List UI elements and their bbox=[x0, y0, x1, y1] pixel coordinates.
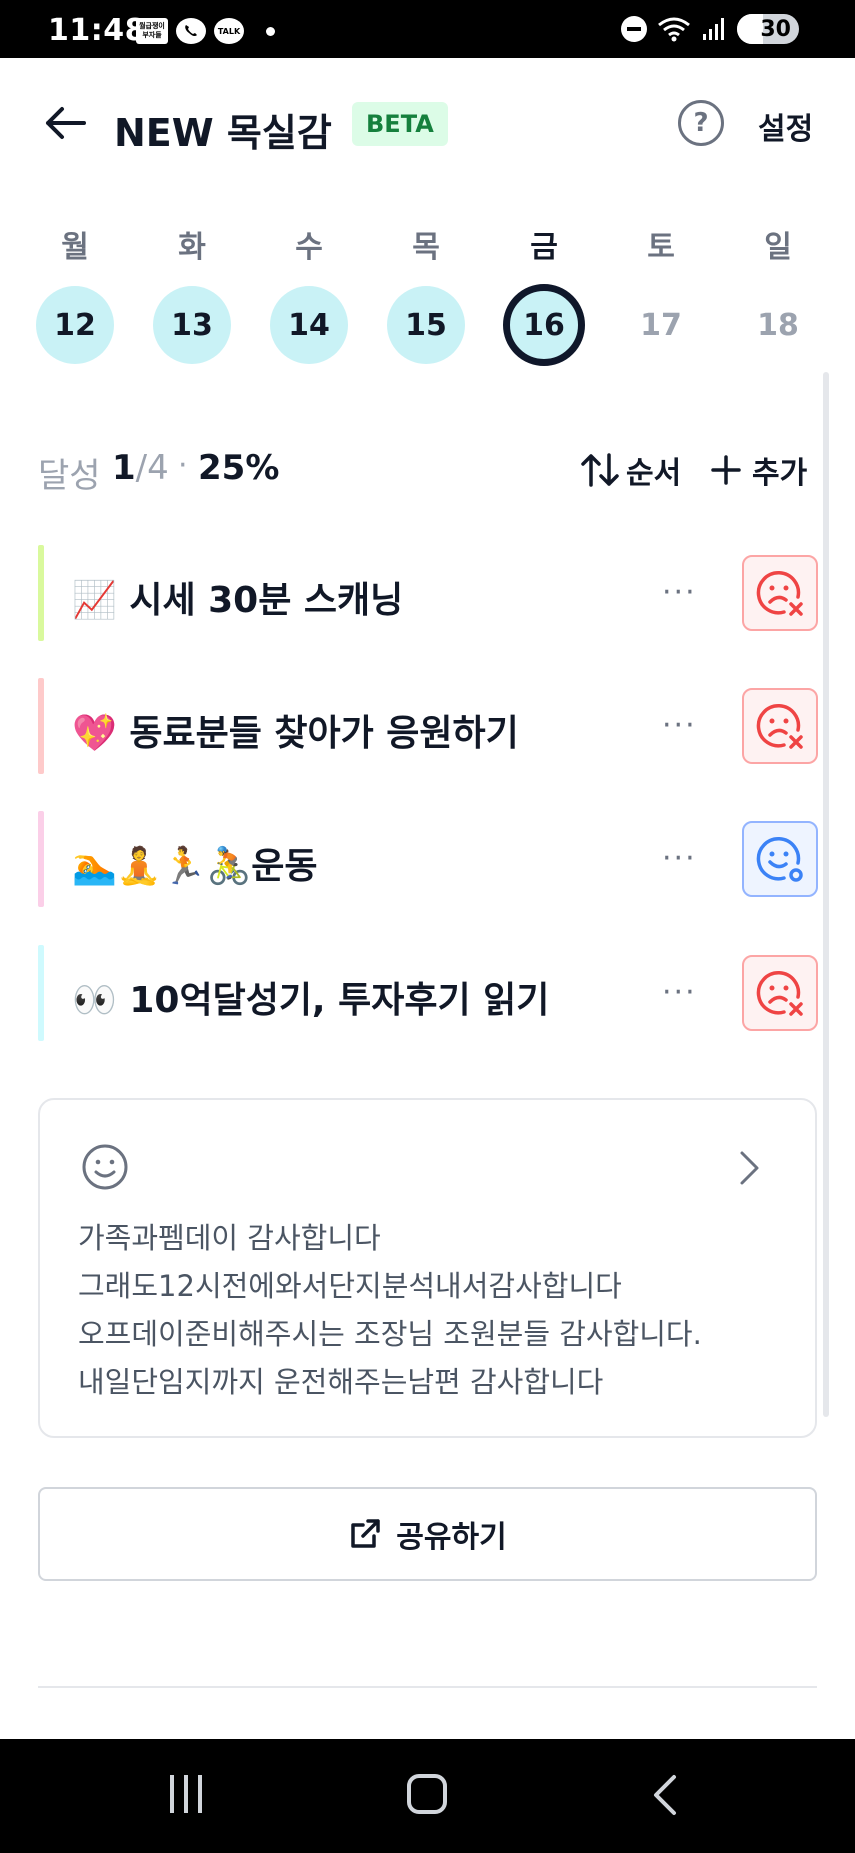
day-tue[interactable]: 화 13 bbox=[147, 222, 237, 364]
more-options-button[interactable]: ··· bbox=[662, 575, 697, 610]
progress-label: 달성 bbox=[38, 456, 101, 496]
day-date-selected[interactable]: 16 bbox=[503, 284, 585, 366]
day-wed[interactable]: 수 14 bbox=[264, 222, 354, 364]
day-mon[interactable]: 월 12 bbox=[30, 222, 120, 364]
page-title: NEW 목실감 bbox=[114, 111, 332, 155]
progress-total: /4 bbox=[135, 448, 169, 488]
progress-count: 1/4 bbox=[112, 448, 169, 488]
gratitude-line: 오프데이준비해주시는 조장님 조원분들 감사합니다. bbox=[78, 1317, 702, 1351]
sad-face-x-icon bbox=[756, 571, 803, 616]
status-right-icons: 30 bbox=[621, 14, 799, 44]
system-nav-bar bbox=[0, 1739, 855, 1853]
day-date[interactable]: 12 bbox=[36, 286, 114, 364]
app-header: NEW 목실감 BETA ? 설정 bbox=[0, 58, 855, 188]
progress-separator: · bbox=[178, 448, 188, 483]
habit-item[interactable]: 💖 동료분들 찾아가 응원하기 ··· bbox=[38, 678, 818, 774]
habit-title: 💖 동료분들 찾아가 응원하기 bbox=[72, 713, 519, 754]
day-date[interactable]: 18 bbox=[739, 286, 817, 364]
more-options-button[interactable]: ··· bbox=[662, 708, 697, 743]
signal-icon bbox=[703, 18, 724, 40]
share-button[interactable]: 공유하기 bbox=[38, 1487, 817, 1581]
smiley-icon bbox=[82, 1144, 128, 1190]
gratitude-line: 내일단임지까지 운전해주는남편 감사합니다 bbox=[78, 1365, 604, 1399]
day-name: 화 bbox=[178, 230, 206, 265]
status-time: 11:48 bbox=[48, 13, 146, 48]
habit-color-bar bbox=[38, 678, 44, 774]
sort-icon bbox=[581, 453, 619, 487]
order-button[interactable]: 순서 bbox=[580, 448, 681, 492]
gratitude-text: 가족과펨데이 감사합니다 그래도12시전에와서단지분석내서감사합니다 오프데이준… bbox=[78, 1214, 702, 1406]
beta-badge: BETA bbox=[352, 102, 448, 146]
notification-icons: 월급쟁이 부자들 TALK bbox=[136, 18, 275, 44]
day-name: 토 bbox=[647, 230, 675, 265]
add-label: 추가 bbox=[752, 456, 808, 491]
arrow-left-icon bbox=[46, 107, 86, 139]
more-options-button[interactable]: ··· bbox=[662, 841, 697, 876]
habit-status-partial-button[interactable] bbox=[742, 821, 818, 897]
gratitude-line: 가족과펨데이 감사합니다 bbox=[78, 1221, 381, 1255]
scrollbar[interactable] bbox=[823, 372, 829, 1417]
habit-status-fail-button[interactable] bbox=[742, 688, 818, 764]
habit-color-bar bbox=[38, 545, 44, 641]
day-date[interactable]: 13 bbox=[153, 286, 231, 364]
habit-title: 🏊🧘🏃🚴운동 bbox=[72, 846, 318, 887]
habit-title: 📈 시세 30분 스캐닝 bbox=[72, 580, 404, 621]
habit-title: 👀 10억달성기, 투자후기 읽기 bbox=[72, 980, 550, 1021]
battery-indicator: 30 bbox=[737, 14, 799, 44]
day-name: 목 bbox=[412, 230, 440, 265]
day-date[interactable]: 15 bbox=[387, 286, 465, 364]
gratitude-line: 그래도12시전에와서단지분석내서감사합니다 bbox=[78, 1269, 622, 1303]
day-date[interactable]: 14 bbox=[270, 286, 348, 364]
habit-item[interactable]: 📈 시세 30분 스캐닝 ··· bbox=[38, 545, 818, 641]
progress-done: 1 bbox=[112, 448, 136, 488]
habit-item[interactable]: 🏊🧘🏃🚴운동 ··· bbox=[38, 811, 818, 907]
gratitude-card[interactable]: 가족과펨데이 감사합니다 그래도12시전에와서단지분석내서감사합니다 오프데이준… bbox=[38, 1098, 817, 1438]
habit-status-fail-button[interactable] bbox=[742, 555, 818, 631]
habit-item[interactable]: 👀 10억달성기, 투자후기 읽기 ··· bbox=[38, 945, 818, 1041]
home-button[interactable] bbox=[407, 1774, 447, 1814]
more-notifications-dot bbox=[266, 26, 275, 36]
smile-face-dot-icon bbox=[756, 837, 803, 882]
help-button[interactable]: ? bbox=[678, 100, 724, 146]
settings-button[interactable]: 설정 bbox=[758, 104, 813, 148]
habit-color-bar bbox=[38, 811, 44, 907]
habit-status-fail-button[interactable] bbox=[742, 955, 818, 1031]
progress-row: 달성 1/4 · 25% 순서 추가 bbox=[38, 448, 818, 498]
wifi-icon bbox=[658, 17, 690, 42]
app-notification-icon: 월급쟁이 부자들 bbox=[136, 18, 168, 44]
day-sun[interactable]: 일 18 bbox=[733, 222, 823, 364]
day-name: 월 bbox=[61, 230, 89, 265]
day-name: 일 bbox=[764, 230, 792, 265]
do-not-disturb-icon bbox=[621, 16, 647, 42]
day-name: 금 bbox=[530, 230, 558, 265]
recent-apps-button[interactable] bbox=[170, 1775, 202, 1813]
day-date[interactable]: 17 bbox=[622, 286, 700, 364]
divider bbox=[38, 1686, 817, 1688]
back-nav-icon[interactable] bbox=[650, 1773, 680, 1817]
external-link-icon bbox=[351, 1519, 381, 1548]
day-sat[interactable]: 토 17 bbox=[616, 222, 706, 364]
day-fri[interactable]: 금 16 bbox=[499, 222, 589, 366]
share-label: 공유하기 bbox=[396, 1520, 507, 1555]
sad-face-x-icon bbox=[756, 704, 803, 749]
more-options-button[interactable]: ··· bbox=[662, 975, 697, 1010]
sad-face-x-icon bbox=[756, 971, 803, 1016]
progress-percent: 25% bbox=[198, 448, 280, 488]
habit-color-bar bbox=[38, 945, 44, 1041]
add-button[interactable]: 추가 bbox=[710, 448, 807, 492]
back-button[interactable] bbox=[40, 103, 90, 143]
plus-icon bbox=[711, 455, 741, 485]
day-name: 수 bbox=[295, 230, 323, 265]
order-label: 순서 bbox=[626, 456, 682, 491]
battery-level: 30 bbox=[760, 16, 791, 42]
day-thu[interactable]: 목 15 bbox=[381, 222, 471, 364]
talk-notification-icon: TALK bbox=[214, 18, 244, 44]
chevron-right-icon[interactable] bbox=[738, 1150, 762, 1186]
message-notification-icon bbox=[176, 18, 206, 44]
status-bar: 11:48 월급쟁이 부자들 TALK 30 bbox=[0, 0, 855, 58]
